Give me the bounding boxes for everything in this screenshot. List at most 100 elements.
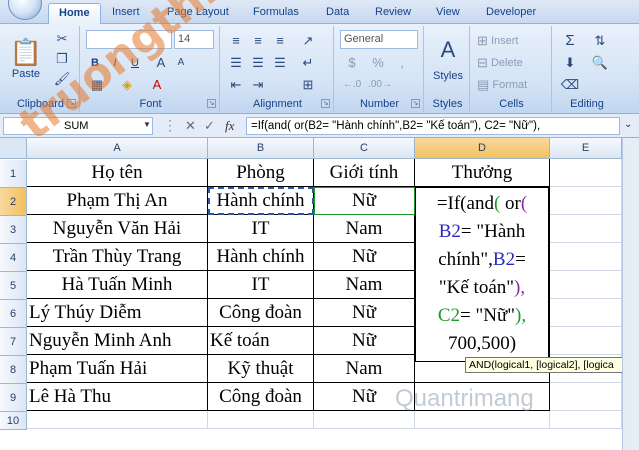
column-header-e[interactable]: E xyxy=(550,138,622,159)
decrease-indent-button[interactable]: ⇤ xyxy=(226,76,246,94)
cell-B3[interactable]: IT xyxy=(208,215,314,243)
sort-filter-button[interactable]: ⇅ xyxy=(588,32,612,50)
orientation-button[interactable]: ↗ xyxy=(298,32,318,50)
cell-C10[interactable] xyxy=(314,411,415,429)
comma-button[interactable]: , xyxy=(392,54,412,72)
cell-E1[interactable] xyxy=(550,159,622,187)
cell-E6[interactable] xyxy=(550,299,622,327)
cell-B4[interactable]: Hành chính xyxy=(208,243,314,271)
cell-C8[interactable]: Nam xyxy=(314,355,415,383)
cell-E4[interactable] xyxy=(550,243,622,271)
cell-B5[interactable]: IT xyxy=(208,271,314,299)
tab-home[interactable]: Home xyxy=(48,3,101,25)
cell-B6[interactable]: Công đoàn xyxy=(208,299,314,327)
cut-button[interactable]: ✂ xyxy=(52,30,72,48)
align-left-button[interactable]: ☰ xyxy=(226,54,246,72)
cell-E7[interactable] xyxy=(550,327,622,355)
merge-center-button[interactable]: ⊞ xyxy=(298,76,318,94)
cell-C7[interactable]: Nữ xyxy=(314,327,415,355)
number-launcher[interactable]: ↘ xyxy=(411,99,420,108)
fill-button[interactable]: ⬇ xyxy=(558,54,582,72)
number-format-box[interactable]: General xyxy=(340,30,418,49)
cell-A9[interactable]: Lê Hà Thu xyxy=(27,383,208,411)
expand-formula-bar-icon[interactable]: ⌄ xyxy=(624,119,632,130)
cell-B10[interactable] xyxy=(208,411,314,429)
row-header-9[interactable]: 9 xyxy=(0,384,27,412)
cell-B1[interactable]: Phòng xyxy=(208,159,314,187)
wrap-text-button[interactable]: ↵ xyxy=(298,54,318,72)
cell-A6[interactable]: Lý Thúy Diễm xyxy=(27,299,208,327)
align-center-button[interactable]: ☰ xyxy=(248,54,268,72)
align-right-button[interactable]: ☰ xyxy=(270,54,290,72)
column-header-c[interactable]: C xyxy=(314,138,415,159)
cell-E10[interactable] xyxy=(550,411,622,429)
row-header-4[interactable]: 4 xyxy=(0,244,27,272)
row-header-6[interactable]: 6 xyxy=(0,300,27,328)
increase-indent-button[interactable]: ⇥ xyxy=(248,76,268,94)
alignment-launcher[interactable]: ↘ xyxy=(321,99,330,108)
cell-C1[interactable]: Giới tính xyxy=(314,159,415,187)
decrease-decimal-button[interactable]: .00→ xyxy=(368,76,392,94)
name-box-dropdown-icon[interactable]: ▼ xyxy=(143,120,151,129)
cell-B8[interactable]: Kỹ thuật xyxy=(208,355,314,383)
row-header-7[interactable]: 7 xyxy=(0,328,27,356)
percent-button[interactable]: % xyxy=(368,54,388,72)
autosum-button[interactable]: Σ xyxy=(558,32,582,50)
cell-A3[interactable]: Nguyễn Văn Hải xyxy=(27,215,208,243)
row-header-2[interactable]: 2 xyxy=(0,188,27,216)
row-header-8[interactable]: 8 xyxy=(0,356,27,384)
cell-A10[interactable] xyxy=(27,411,208,429)
currency-button[interactable]: $ xyxy=(340,54,364,72)
cell-C6[interactable]: Nữ xyxy=(314,299,415,327)
cell-A1[interactable]: Họ tên xyxy=(27,159,208,187)
cell-C4[interactable]: Nữ xyxy=(314,243,415,271)
format-cells-button[interactable]: ▤ Format xyxy=(476,76,548,94)
delete-cells-button[interactable]: ⊟ Delete xyxy=(476,54,548,72)
select-all-corner[interactable] xyxy=(0,138,27,159)
cell-A4[interactable]: Trần Thùy Trang xyxy=(27,243,208,271)
cell-A7[interactable]: Nguyễn Minh Anh xyxy=(27,327,208,355)
column-header-b[interactable]: B xyxy=(208,138,314,159)
row-header-10[interactable]: 10 xyxy=(0,412,27,430)
tab-review[interactable]: Review xyxy=(375,6,411,18)
formula-input[interactable]: =If(and( or(B2= "Hành chính",B2= "Kế toá… xyxy=(246,117,620,135)
increase-decimal-button[interactable]: ←.0 xyxy=(340,76,364,94)
clear-button[interactable]: ⌫ xyxy=(558,76,582,94)
office-button[interactable] xyxy=(8,0,42,20)
enter-icon[interactable]: ✓ xyxy=(204,118,215,134)
tab-view[interactable]: View xyxy=(436,6,460,18)
styles-button[interactable]: A xyxy=(430,32,466,68)
align-middle-button[interactable]: ≡ xyxy=(248,32,268,50)
cell-E9[interactable] xyxy=(550,383,622,411)
editing-cell-d2[interactable]: =If(and( or( B2= "Hành chính",B2= "Kế to… xyxy=(415,187,549,362)
cell-E2[interactable] xyxy=(550,187,622,215)
cell-C5[interactable]: Nam xyxy=(314,271,415,299)
cell-B7[interactable]: Kế toán xyxy=(208,327,314,355)
tab-formulas[interactable]: Formulas xyxy=(253,6,299,18)
font-launcher[interactable]: ↘ xyxy=(207,99,216,108)
row-header-5[interactable]: 5 xyxy=(0,272,27,300)
column-header-d[interactable]: D xyxy=(415,138,550,159)
cancel-icon[interactable]: ✕ xyxy=(185,118,196,134)
shrink-font-button[interactable]: A xyxy=(172,54,190,72)
insert-function-icon[interactable]: fx xyxy=(225,118,234,134)
column-header-a[interactable]: A xyxy=(27,138,208,159)
cell-E5[interactable] xyxy=(550,271,622,299)
cell-B9[interactable]: Công đoàn xyxy=(208,383,314,411)
cell-A5[interactable]: Hà Tuấn Minh xyxy=(27,271,208,299)
cell-C3[interactable]: Nam xyxy=(314,215,415,243)
align-bottom-button[interactable]: ≡ xyxy=(270,32,290,50)
align-top-button[interactable]: ≡ xyxy=(226,32,246,50)
row-header-3[interactable]: 3 xyxy=(0,216,27,244)
vertical-scrollbar[interactable] xyxy=(622,138,639,450)
cell-E3[interactable] xyxy=(550,215,622,243)
font-color-button[interactable]: A xyxy=(146,76,168,94)
cell-A8[interactable]: Phạm Tuấn Hải xyxy=(27,355,208,383)
cell-D10[interactable] xyxy=(415,411,550,429)
find-select-button[interactable]: 🔍 xyxy=(588,54,612,72)
cell-A2[interactable]: Phạm Thị An xyxy=(27,187,208,215)
tab-developer[interactable]: Developer xyxy=(486,6,536,18)
tab-data[interactable]: Data xyxy=(326,6,349,18)
insert-cells-button[interactable]: ⊞ Insert xyxy=(476,32,548,50)
cell-D1[interactable]: Thưởng xyxy=(415,159,550,187)
